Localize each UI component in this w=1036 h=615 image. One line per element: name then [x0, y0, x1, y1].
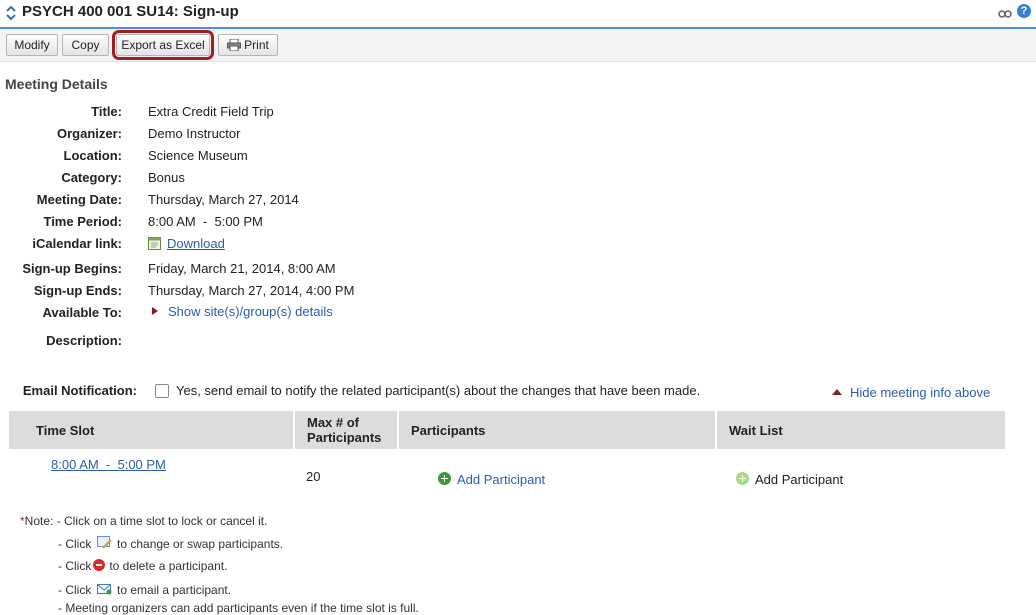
participants-cell: Add Participant [398, 449, 716, 503]
field-value-signup-begins: Friday, March 21, 2014, 8:00 AM [148, 261, 336, 276]
field-label-time-period: Time Period: [43, 214, 122, 229]
time-slot-link[interactable]: 8:00 AM - 5:00 PM [51, 457, 166, 472]
note-text-2-pre: - Click [58, 537, 92, 551]
note-line-3: - Click to delete a participant. [58, 559, 227, 573]
add-waitlist-label: Add Participant [755, 471, 844, 487]
hide-meeting-info-link[interactable]: Hide meeting info above [850, 385, 990, 400]
field-label-description: Description: [46, 333, 122, 348]
field-label-available-to: Available To: [42, 305, 122, 320]
field-label-icalendar: iCalendar link: [32, 236, 122, 251]
collapse-triangle-icon [832, 389, 842, 395]
note-text-3-pre: - Click [58, 559, 92, 573]
page-title: PSYCH 400 001 SU14: Sign-up [22, 3, 239, 20]
email-notification-checkbox[interactable] [155, 384, 169, 398]
column-header-time-slot: Time Slot [9, 411, 295, 449]
column-header-participants: Participants [398, 411, 717, 449]
field-value-signup-ends: Thursday, March 27, 2014, 4:00 PM [148, 283, 355, 298]
swap-participant-icon [96, 536, 112, 550]
note-line-1: *Note: - Click on a time slot to lock or… [20, 514, 267, 528]
field-value-organizer: Demo Instructor [148, 126, 241, 141]
add-waitlist-participant-button[interactable]: Add Participant [736, 471, 844, 487]
field-value-title: Extra Credit Field Trip [148, 104, 274, 119]
table-header-row: Time Slot Max # of Participants Participa… [9, 411, 1005, 449]
field-label-signup-begins: Sign-up Begins: [22, 261, 122, 276]
note-text-1: Note: - Click on a time slot to lock or … [24, 514, 268, 528]
available-to-toggle[interactable]: Show site(s)/group(s) details [152, 304, 333, 319]
note-text-3-post: to delete a participant. [109, 559, 228, 573]
field-label-signup-ends: Sign-up Ends: [33, 283, 122, 298]
field-value-time-period: 8:00 AM - 5:00 PM [148, 214, 263, 229]
note-text-4-post: to email a participant. [117, 583, 232, 597]
column-header-wait-list: Wait List [716, 411, 1005, 449]
reorder-arrows-icon[interactable] [5, 5, 17, 21]
download-link[interactable]: Download [167, 236, 225, 251]
max-participants-cell: 20 [306, 468, 321, 484]
time-slot-cell: 8:00 AM - 5:00 PM [9, 449, 294, 503]
toolbar: Modify Copy Export as Excel Print [0, 29, 1036, 62]
add-circle-icon [736, 471, 749, 485]
expand-triangle-icon [152, 307, 158, 315]
wait-list-cell: Add Participant [716, 449, 1005, 503]
note-text-2-post: to change or swap participants. [117, 537, 284, 551]
print-button[interactable]: Print [218, 34, 278, 56]
calendar-icon [148, 236, 162, 250]
add-participant-button[interactable]: Add Participant [438, 471, 546, 487]
help-icon[interactable]: ? [1017, 4, 1031, 18]
field-value-location: Science Museum [148, 148, 248, 163]
section-title: Meeting Details [5, 76, 108, 92]
print-label: Print [244, 38, 269, 52]
add-participant-label: Add Participant [457, 471, 546, 487]
field-label-title: Title: [91, 104, 122, 119]
copy-button[interactable]: Copy [62, 34, 109, 56]
export-excel-button[interactable]: Export as Excel [116, 34, 210, 56]
note-text-4-pre: - Click [58, 583, 92, 597]
note-line-4: - Click to email a participant. [58, 582, 231, 597]
title-bar: PSYCH 400 001 SU14: Sign-up ? [0, 0, 1036, 29]
email-notification-label: Email Notification: [22, 383, 137, 398]
field-label-category: Category: [61, 170, 122, 185]
column-header-max-participants: Max # of Participants [294, 411, 399, 449]
email-notification-text: Yes, send email to notify the related pa… [176, 383, 701, 398]
modify-button[interactable]: Modify [6, 34, 58, 56]
show-groups-link[interactable]: Show site(s)/group(s) details [168, 304, 333, 319]
note-line-2: - Click to change or swap participants. [58, 536, 283, 551]
field-label-organizer: Organizer: [56, 126, 122, 141]
time-slot-table: Time Slot Max # of Participants Participa… [9, 411, 1005, 503]
table-row: 8:00 AM - 5:00 PM 20 Add Participant Add… [9, 449, 1005, 503]
add-circle-icon [438, 471, 451, 485]
field-label-location: Location: [63, 148, 123, 163]
printer-icon [227, 37, 242, 52]
icalendar-download[interactable]: Download [148, 236, 225, 251]
hide-meeting-info[interactable]: Hide meeting info above [832, 385, 990, 400]
link-icon[interactable] [998, 6, 1012, 18]
field-value-meeting-date: Thursday, March 27, 2014 [148, 192, 299, 207]
field-label-meeting-date: Meeting Date: [36, 192, 122, 207]
note-line-5: - Meeting organizers can add participant… [58, 601, 419, 615]
field-value-category: Bonus [148, 170, 185, 185]
email-icon [96, 582, 112, 596]
delete-icon [93, 559, 106, 571]
